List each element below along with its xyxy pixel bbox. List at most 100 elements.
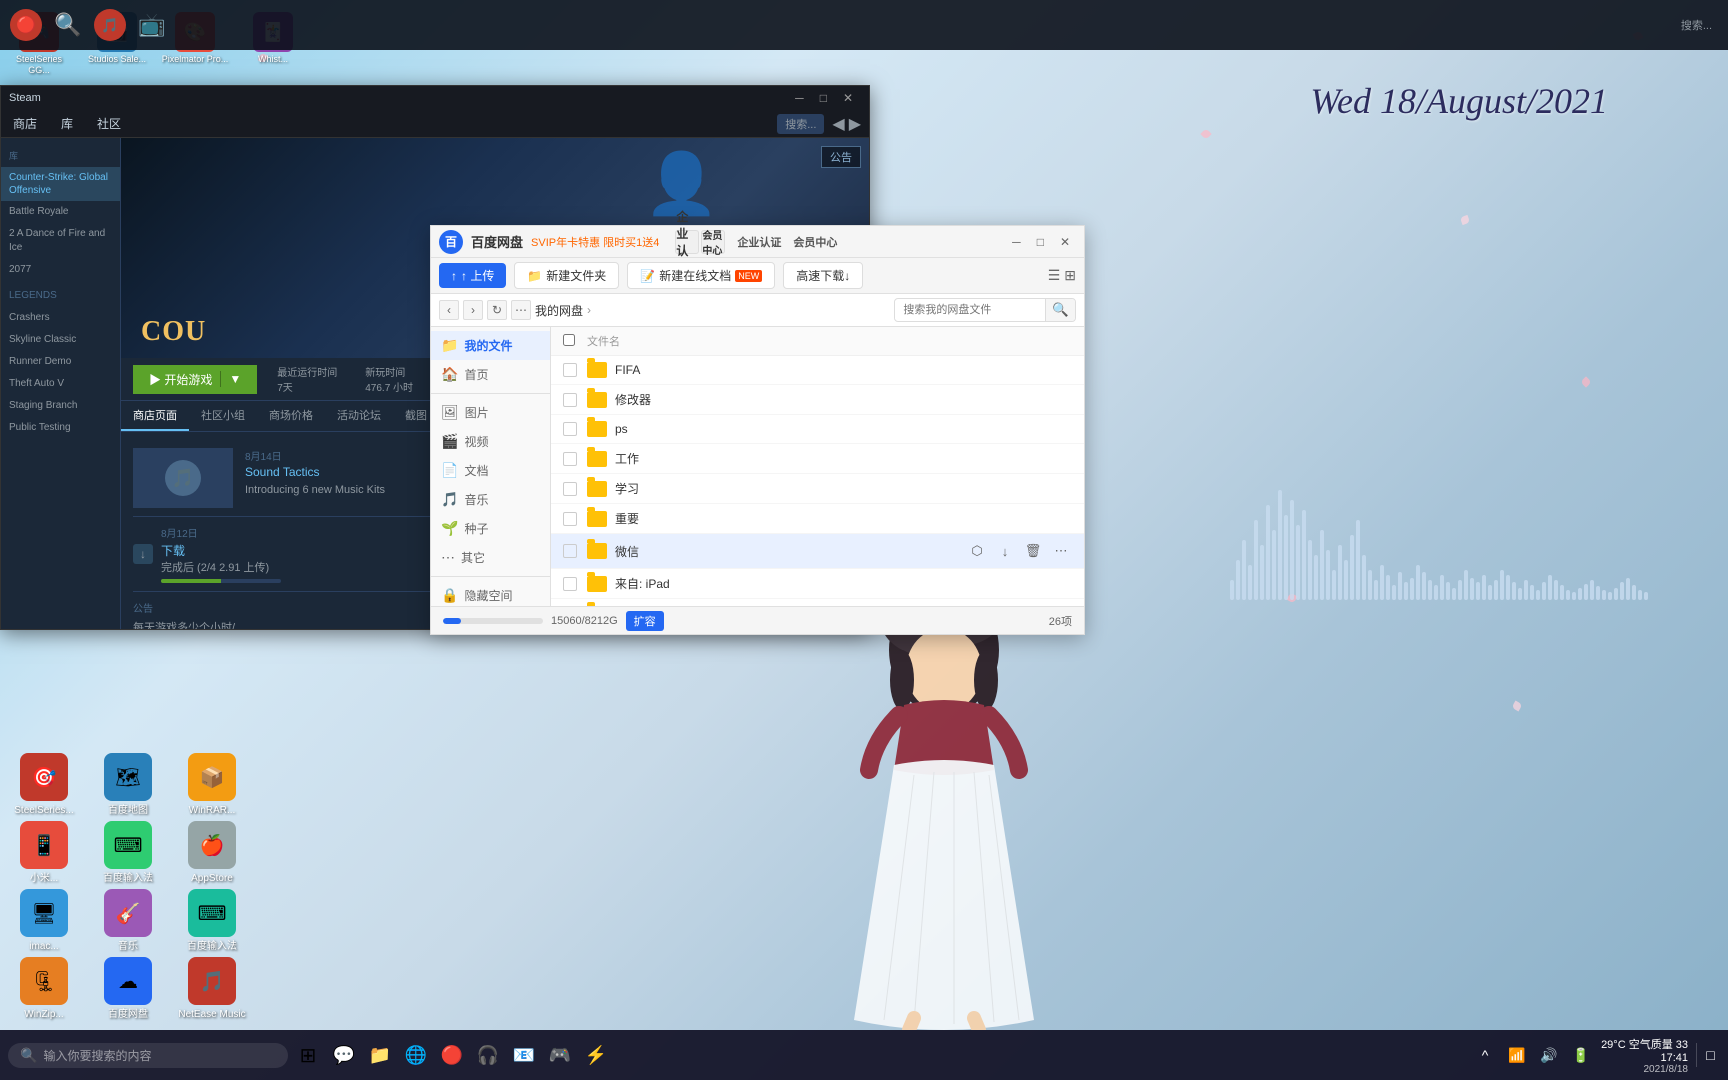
baidu-toolbar-member[interactable]: 会员中心 (701, 230, 725, 254)
tab-market[interactable]: 商场价格 (257, 401, 325, 431)
top-icon-bilibili[interactable]: 📺 (134, 7, 170, 43)
file-row-wechat[interactable]: 微信 ⬡ ↓ 🗑 ⋯ (551, 534, 1084, 569)
tab-community[interactable]: 社区小组 (189, 401, 257, 431)
file-row-study[interactable]: 学习 (551, 474, 1084, 504)
steam-sidebar-skyline[interactable]: Skyline Classic (1, 329, 120, 351)
download-button[interactable]: 高速下载↓ (783, 262, 863, 289)
upgrade-storage-button[interactable]: 扩容 (626, 611, 664, 631)
steam-sidebar-theft-auto[interactable]: Theft Auto V (1, 373, 120, 395)
taskbar-icon-mail[interactable]: 📧 (508, 1039, 540, 1071)
sidebar-photos[interactable]: 🖼 图片 (431, 398, 550, 427)
desktop-icon-appstore[interactable]: 🍎 AppStore (172, 821, 252, 885)
baidu-toolbar-enterprise[interactable]: 企业认证 (675, 230, 699, 254)
show-desktop-button[interactable]: □ (1696, 1043, 1720, 1067)
desktop-icon-xiaomi[interactable]: 📱 小米... (4, 821, 84, 885)
file-row-shared[interactable]: [1] 余翔的共享 (551, 599, 1084, 606)
desktop-icon-imac[interactable]: 🖥 imac... (4, 889, 84, 953)
steam-minimize-button[interactable]: ─ (787, 89, 812, 107)
taskbar-icon-start[interactable]: ⊞ (292, 1039, 324, 1071)
tab-store-page[interactable]: 商店页面 (121, 401, 189, 431)
select-all-checkbox[interactable] (563, 334, 575, 346)
file-row-ps[interactable]: ps (551, 415, 1084, 444)
file-checkbox-wechat[interactable] (563, 544, 577, 558)
steam-close-button[interactable]: ✕ (835, 89, 861, 107)
steam-search-box[interactable]: 搜索... (777, 114, 824, 134)
share-action-button[interactable]: ⬡ (966, 540, 988, 562)
more-action-button[interactable]: ⋯ (1050, 540, 1072, 562)
file-row-changer[interactable]: 修改器 (551, 385, 1084, 415)
steam-nav-next[interactable]: ▶ (849, 114, 861, 134)
sidebar-my-files[interactable]: 📁 我的文件 (431, 331, 550, 360)
tray-network-icon[interactable]: 📶 (1505, 1043, 1529, 1067)
steam-maximize-button[interactable]: □ (812, 89, 835, 107)
csgo-info-button[interactable]: 公告 (821, 146, 861, 168)
file-checkbox-ipad[interactable] (563, 577, 577, 591)
steam-menu-store[interactable]: 商店 (9, 113, 41, 134)
sidebar-hidden-space[interactable]: 🔒 隐藏空间 (431, 581, 550, 606)
file-checkbox-work[interactable] (563, 452, 577, 466)
tray-icon-1[interactable]: ^ (1473, 1043, 1497, 1067)
taskbar-icon-netease[interactable]: 🔴 (436, 1039, 468, 1071)
desktop-icon-baidu-ime[interactable]: ⌨ 百度输入法 (88, 821, 168, 885)
steam-sidebar-2077[interactable]: 2077 (1, 259, 120, 281)
taskbar-icon-headset[interactable]: 🎧 (472, 1039, 504, 1071)
steam-sidebar-battle-royale[interactable]: Battle Royale (1, 201, 120, 223)
desktop-icon-steelseries2[interactable]: 🎯 SteelSeries... (4, 753, 84, 817)
baidu-close-button[interactable]: ✕ (1054, 233, 1076, 251)
steam-sidebar-crashers[interactable]: Crashers (1, 307, 120, 329)
taskbar-icon-explorer[interactable]: 📁 (364, 1039, 396, 1071)
baidu-minimize-button[interactable]: ─ (1006, 233, 1027, 251)
baidu-maximize-button[interactable]: □ (1031, 233, 1050, 251)
sidebar-home[interactable]: 🏠 首页 (431, 360, 550, 389)
desktop-icon-winzip[interactable]: 🗜 WinZip... (4, 957, 84, 1021)
steam-menu-community[interactable]: 社区 (93, 113, 125, 134)
sidebar-videos[interactable]: 🎬 视频 (431, 427, 550, 456)
steam-nav-prev[interactable]: ◀ (832, 114, 844, 134)
top-icon-circle[interactable]: 🔴 (10, 9, 42, 41)
tray-battery-icon[interactable]: 🔋 (1569, 1043, 1593, 1067)
nav-back-button[interactable]: ‹ (439, 300, 459, 320)
desktop-icon-netease[interactable]: 🎵 NetEase Music (172, 957, 252, 1021)
upload-button[interactable]: ↑ ↑ 上传 (439, 263, 506, 288)
grid-view-button[interactable]: ⊞ (1064, 267, 1076, 284)
taskbar-icon-cortana[interactable]: 💬 (328, 1039, 360, 1071)
sidebar-others[interactable]: ⋯ 其它 (431, 543, 550, 572)
tray-volume-icon[interactable]: 🔊 (1537, 1043, 1561, 1067)
sidebar-torrents[interactable]: 🌱 种子 (431, 514, 550, 543)
desktop-icon-music[interactable]: 🎸 音乐 (88, 889, 168, 953)
file-checkbox-ps[interactable] (563, 422, 577, 436)
sidebar-docs[interactable]: 📄 文档 (431, 456, 550, 485)
file-checkbox-important[interactable] (563, 512, 577, 526)
file-checkbox-study[interactable] (563, 482, 577, 496)
steam-sidebar-runner[interactable]: Runner Demo (1, 351, 120, 373)
top-icon-netease[interactable]: 🎵 (94, 9, 126, 41)
steam-sidebar-public-testing[interactable]: Public Testing (1, 417, 120, 439)
file-row-work[interactable]: 工作 (551, 444, 1084, 474)
new-online-doc-button[interactable]: 📝 新建在线文档 NEW (627, 262, 775, 289)
list-view-button[interactable]: ☰ (1048, 267, 1061, 284)
play-game-button[interactable]: ▶ 开始游戏 ▼ (133, 365, 257, 394)
nav-forward-button[interactable]: › (463, 300, 483, 320)
steam-sidebar-dance-fire[interactable]: 2 A Dance of Fire and Ice (1, 223, 120, 259)
nav-refresh-button[interactable]: ↻ (487, 300, 507, 320)
baidu-member-label[interactable]: 会员中心 (793, 234, 837, 250)
steam-sidebar-csgo[interactable]: Counter-Strike: Global Offensive (1, 167, 120, 201)
baidu-enterprise-label[interactable]: 企业认证 (737, 234, 781, 250)
download-action-button[interactable]: ↓ (994, 540, 1016, 562)
desktop-icon-baidu-ime2[interactable]: ⌨ 百度输入法 (172, 889, 252, 953)
desktop-icon-baidumap[interactable]: 🗺 百度地图 (88, 753, 168, 817)
new-folder-button[interactable]: 📁 新建文件夹 (514, 262, 619, 289)
desktop-icon-baiduyun[interactable]: ☁ 百度网盘 (88, 957, 168, 1021)
desktop-icon-winrar[interactable]: 📦 WinRAR... (172, 753, 252, 817)
taskbar-icon-game[interactable]: 🎮 (544, 1039, 576, 1071)
search-button[interactable]: 🔍 (1045, 299, 1075, 321)
file-row-important[interactable]: 重要 (551, 504, 1084, 534)
file-checkbox-changer[interactable] (563, 393, 577, 407)
taskbar-icon-browser[interactable]: 🌐 (400, 1039, 432, 1071)
file-row-fifa[interactable]: FIFA (551, 356, 1084, 385)
steam-menu-library[interactable]: 库 (57, 113, 77, 134)
file-row-ipad[interactable]: 来自: iPad (551, 569, 1084, 599)
nav-home-button[interactable]: ⋯ (511, 300, 531, 320)
file-checkbox-fifa[interactable] (563, 363, 577, 377)
search-input[interactable] (895, 301, 1045, 319)
